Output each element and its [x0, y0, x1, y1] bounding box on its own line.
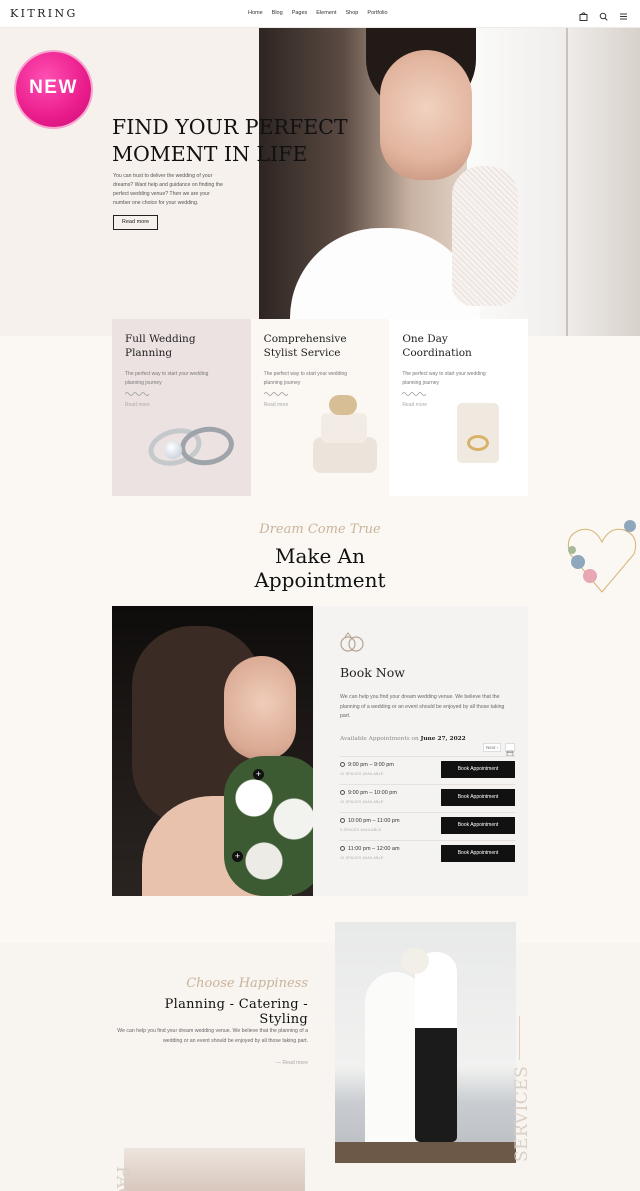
couple-pier	[335, 1142, 516, 1163]
wave-divider-icon	[125, 392, 149, 396]
couple-photo	[335, 922, 516, 1163]
nav-item-element[interactable]: Element	[316, 10, 336, 16]
bride-portrait-photo: + +	[112, 606, 313, 896]
slot-time-label: 11:00 pm – 12:00 am	[348, 846, 400, 852]
header-icons	[579, 8, 628, 21]
service-card-coordination[interactable]: One Day Coordination The perfect way to …	[389, 319, 528, 496]
plus-hotspot-icon[interactable]: +	[253, 769, 264, 780]
available-appointments-label: Available Appointments on June 27, 2022	[340, 736, 466, 742]
appointment-title-line2: Appointment	[254, 568, 386, 592]
cake-image	[320, 413, 367, 443]
calendar-icon[interactable]	[505, 743, 515, 757]
slot-spaces: 10 SPACES AVAILABLE	[340, 856, 384, 860]
search-icon[interactable]	[599, 8, 608, 21]
couple-groom	[415, 952, 457, 1142]
slot-time: 11:00 pm – 12:00 am	[340, 846, 400, 852]
couple-bouquet	[401, 948, 429, 974]
packages-vertical-label: PAC	[112, 1166, 132, 1191]
slot-time: 10:00 pm – 11:00 pm	[340, 818, 400, 824]
appointment-slot: 9:00 pm – 9:00 pm 10 SPACES AVAILABLE Bo…	[340, 756, 515, 784]
logo[interactable]: KITRING	[10, 7, 78, 20]
site-header: KITRING Home Blog Pages Element Shop Por…	[0, 0, 640, 28]
book-appointment-button[interactable]: Book Appointment	[441, 761, 515, 778]
book-now-text: We can help you find your dream wedding …	[340, 694, 505, 719]
wave-divider-icon	[263, 392, 288, 396]
clock-icon	[340, 846, 345, 851]
service-card-text: The perfect way to start your wedding pl…	[402, 371, 486, 386]
diamond-image	[164, 441, 182, 459]
service-card-title: Full Wedding Planning	[125, 333, 196, 359]
hero-title: FIND YOUR PERFECT MOMENT IN LIFE	[112, 114, 412, 168]
planning-read-more-label: Read more	[282, 1060, 308, 1066]
door-panel	[566, 28, 640, 336]
nav-item-blog[interactable]: Blog	[272, 10, 283, 16]
service-read-more-link[interactable]: Read more	[402, 402, 427, 408]
service-card-text: The perfect way to start your wedding pl…	[263, 371, 348, 386]
available-date: June 27, 2022	[420, 736, 466, 742]
services-cards: Full Wedding Planning The perfect way to…	[112, 319, 528, 496]
clock-icon	[340, 790, 345, 795]
slot-spaces: 10 SPACES AVAILABLE	[340, 772, 384, 776]
hero-title-line2: MOMENT IN LIFE	[112, 142, 308, 166]
menu-icon[interactable]	[619, 8, 628, 20]
main-nav: Home Blog Pages Element Shop Portfolio	[248, 10, 388, 16]
book-appointment-button[interactable]: Book Appointment	[441, 845, 515, 862]
services-vertical-label: SERVICES	[512, 1065, 532, 1162]
next-day-button[interactable]: Next ›	[483, 743, 501, 752]
new-badge-label: NEW	[29, 77, 78, 98]
service-read-more-link[interactable]: Read more	[125, 402, 150, 408]
hero-text: You can trust to deliver the wedding of …	[113, 173, 223, 206]
book-appointment-button[interactable]: Book Appointment	[441, 789, 515, 806]
tulip-bouquet	[224, 756, 313, 896]
plus-hotspot-icon[interactable]: +	[232, 851, 243, 862]
rings-icon	[340, 632, 364, 652]
service-read-more-link[interactable]: Read more	[264, 402, 289, 408]
next-label: Next	[485, 745, 496, 750]
appointment-script-heading: Dream Come True	[259, 522, 381, 537]
service-card-title: Comprehensive Stylist Service	[263, 333, 347, 359]
book-now-title: Book Now	[340, 665, 405, 680]
clock-icon	[340, 818, 345, 823]
slot-spaces: 9 SPACES AVAILABLE	[340, 828, 382, 832]
clock-icon	[340, 762, 345, 767]
package-photo	[124, 1148, 305, 1191]
portrait-face	[224, 656, 296, 760]
slot-time: 9:00 pm – 9:00 pm	[340, 762, 394, 768]
service-card-full-planning[interactable]: Full Wedding Planning The perfect way to…	[112, 319, 251, 496]
service-card-stylist[interactable]: Comprehensive Stylist Service The perfec…	[250, 319, 390, 496]
new-badge: NEW	[16, 52, 91, 127]
available-label: Available Appointments on	[340, 736, 419, 742]
nav-item-shop[interactable]: Shop	[345, 10, 358, 16]
appointment-slot: 11:00 pm – 12:00 am 10 SPACES AVAILABLE …	[340, 840, 515, 868]
wave-divider-icon	[402, 392, 427, 396]
planning-script-heading: Choose Happiness	[186, 976, 308, 991]
slot-time: 9:00 pm – 10:00 pm	[340, 790, 397, 796]
nav-item-portfolio[interactable]: Portfolio	[367, 10, 387, 16]
floral-heart-icon	[567, 520, 637, 593]
hero-title-line1: FIND YOUR PERFECT	[112, 115, 348, 139]
slot-time-label: 9:00 pm – 9:00 pm	[348, 762, 394, 768]
appointment-title: Make An Appointment	[0, 544, 640, 592]
read-more-button[interactable]: Read more	[113, 215, 158, 230]
cake-topper-image	[328, 395, 357, 415]
service-card-title: One Day Coordination	[402, 333, 472, 359]
hero-section	[0, 28, 640, 336]
booking-panel: Book Now We can help you find your dream…	[313, 606, 528, 896]
service-card-text: The perfect way to start your wedding pl…	[125, 371, 209, 386]
planning-read-more-link[interactable]: — Read more	[112, 1060, 308, 1066]
appointment-title-line1: Make An	[274, 544, 366, 568]
appointment-slot: 10:00 pm – 11:00 pm 9 SPACES AVAILABLE B…	[340, 812, 515, 840]
bag-icon[interactable]	[579, 8, 588, 21]
appointment-slot: 9:00 pm – 10:00 pm 10 SPACES AVAILABLE B…	[340, 784, 515, 812]
planning-text: We can help you find your dream wedding …	[117, 1028, 308, 1044]
book-appointment-button[interactable]: Book Appointment	[441, 817, 515, 834]
nav-item-pages[interactable]: Pages	[292, 10, 308, 16]
hero-glove	[452, 166, 518, 306]
planning-title: Planning - Catering - Styling	[164, 997, 308, 1027]
nav-item-home[interactable]: Home	[248, 10, 263, 16]
slot-time-label: 9:00 pm – 10:00 pm	[348, 790, 397, 796]
slot-time-label: 10:00 pm – 11:00 pm	[348, 818, 400, 824]
slot-spaces: 10 SPACES AVAILABLE	[340, 800, 384, 804]
ring-box-image	[457, 403, 500, 463]
